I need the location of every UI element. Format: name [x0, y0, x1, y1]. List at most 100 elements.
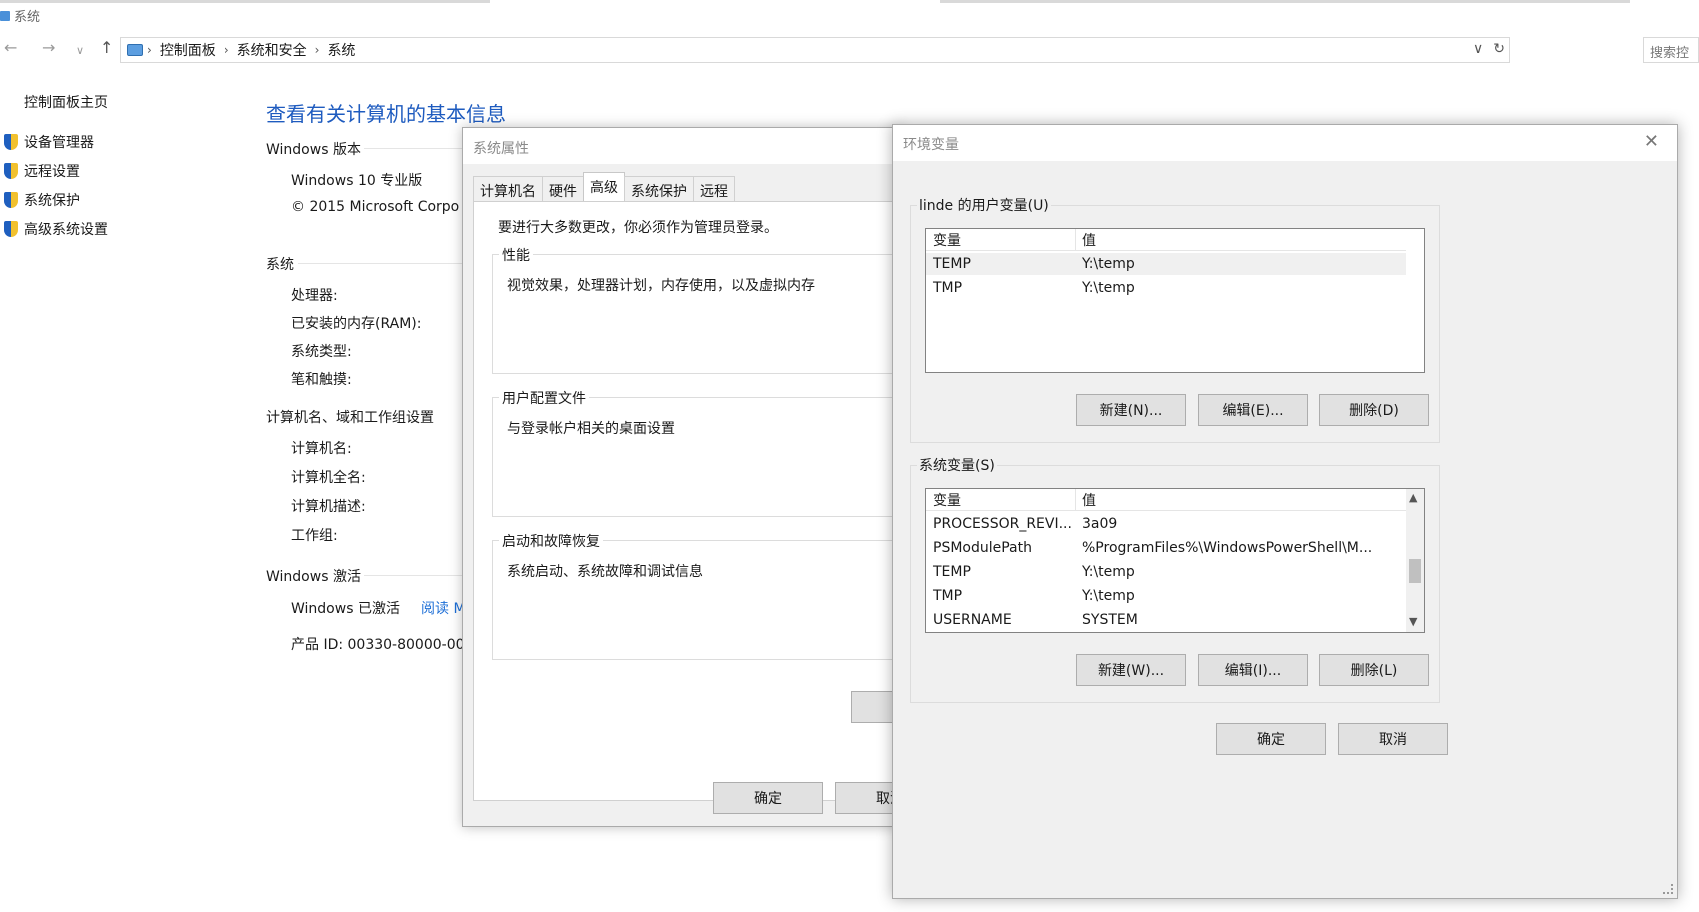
- system-variables-title: 系统变量(S): [917, 455, 997, 475]
- sidebar-item-advanced[interactable]: 高级系统设置: [4, 219, 108, 239]
- user-profiles-title: 用户配置文件: [499, 388, 589, 408]
- section-computer-name: 计算机名、域和工作组设置: [266, 410, 434, 426]
- variable-value: SYSTEM: [1082, 612, 1138, 628]
- page-title: 查看有关计算机的基本信息: [266, 102, 506, 126]
- ram-label: 已安装的内存(RAM):: [291, 316, 422, 332]
- system-new-button[interactable]: 新建(W)...: [1076, 654, 1186, 686]
- list-item[interactable]: PSModulePath %ProgramFiles%\WindowsPower…: [926, 537, 1406, 559]
- breadcrumb-system[interactable]: 系统: [327, 40, 355, 60]
- user-variables-group: linde 的用户变量(U) 变量 值 TEMP Y:\temp TMP Y:\…: [910, 195, 1440, 443]
- sidebar-item-label: 高级系统设置: [24, 222, 108, 238]
- variable-name: TEMP: [933, 564, 971, 580]
- activation-status: Windows 已激活: [291, 601, 400, 617]
- scroll-up-icon[interactable]: ▲: [1409, 491, 1417, 504]
- close-icon[interactable]: ✕: [1644, 131, 1659, 152]
- recent-chevron-icon[interactable]: ∨: [76, 44, 84, 57]
- chevron-right-icon[interactable]: ›: [147, 43, 152, 57]
- sidebar-home-link[interactable]: 控制面板主页: [24, 92, 108, 112]
- system-delete-button[interactable]: 删除(L): [1319, 654, 1429, 686]
- control-panel-icon: [127, 44, 143, 56]
- ok-button[interactable]: 确定: [713, 782, 823, 814]
- user-variables-title: linde 的用户变量(U): [917, 195, 1051, 215]
- search-input[interactable]: 搜索控: [1643, 37, 1699, 63]
- column-value[interactable]: 值: [1076, 230, 1406, 250]
- computer-name-label: 计算机名:: [291, 441, 352, 457]
- pen-touch-label: 笔和触摸:: [291, 372, 352, 388]
- shield-icon: [4, 192, 18, 208]
- variable-value: 3a09: [1082, 516, 1118, 532]
- tab-hardware[interactable]: 硬件: [542, 176, 584, 201]
- list-item[interactable]: TMP Y:\temp: [926, 585, 1406, 607]
- breadcrumb-system-security[interactable]: 系统和安全: [237, 40, 307, 60]
- tab-remote[interactable]: 远程: [693, 176, 735, 201]
- column-variable[interactable]: 变量: [926, 489, 1076, 511]
- read-license-link[interactable]: 阅读 M: [421, 598, 466, 618]
- resize-grip-icon[interactable]: [1663, 884, 1673, 894]
- back-arrow-icon[interactable]: ←: [4, 38, 17, 57]
- user-delete-button[interactable]: 删除(D): [1319, 394, 1429, 426]
- scroll-thumb[interactable]: [1409, 559, 1421, 583]
- sidebar-item-device-manager[interactable]: 设备管理器: [4, 132, 94, 152]
- windows-edition-value: Windows 10 专业版: [291, 173, 423, 189]
- cancel-button[interactable]: 取消: [1338, 723, 1448, 755]
- up-arrow-icon[interactable]: ↑: [100, 38, 113, 57]
- environment-variables-dialog: 环境变量 ✕ linde 的用户变量(U) 变量 值 TEMP Y:\temp …: [892, 124, 1678, 899]
- system-variables-list[interactable]: 变量 值 PROCESSOR_REVI... 3a09 PSModulePath…: [925, 488, 1425, 633]
- startup-group: 启动和故障恢复 系统启动、系统故障和调试信息: [492, 531, 901, 660]
- breadcrumb-control-panel[interactable]: 控制面板: [160, 40, 216, 60]
- top-strip: [0, 0, 1699, 30]
- product-id: 产品 ID: 00330-80000-00: [291, 637, 465, 653]
- sidebar-item-remote[interactable]: 远程设置: [4, 161, 80, 181]
- system-variables-group: 系统变量(S) 变量 值 PROCESSOR_REVI... 3a09 PSMo…: [910, 455, 1440, 703]
- performance-desc: 视觉效果，处理器计划，内存使用，以及虚拟内存: [507, 278, 815, 294]
- variable-value: %ProgramFiles%\WindowsPowerShell\M...: [1082, 540, 1373, 556]
- dialog-title: 系统属性: [463, 128, 901, 164]
- column-value[interactable]: 值: [1076, 490, 1406, 510]
- shield-icon: [4, 163, 18, 179]
- variable-name: TMP: [933, 588, 963, 604]
- system-edit-button[interactable]: 编辑(I)...: [1198, 654, 1308, 686]
- list-item[interactable]: TMP Y:\temp: [926, 277, 1406, 299]
- window-title-text: 系统: [14, 10, 41, 25]
- tab-advanced[interactable]: 高级: [583, 172, 625, 201]
- variable-value: Y:\temp: [1082, 564, 1135, 580]
- list-item[interactable]: USERNAME SYSTEM: [926, 609, 1406, 631]
- dialog-title-text: 环境变量: [903, 137, 959, 153]
- column-variable[interactable]: 变量: [926, 229, 1076, 251]
- chevron-right-icon[interactable]: ›: [315, 43, 320, 57]
- forward-arrow-icon[interactable]: →: [42, 38, 55, 57]
- vertical-scrollbar[interactable]: ▲ ▼: [1406, 489, 1424, 632]
- user-profiles-group: 用户配置文件 与登录帐户相关的桌面设置: [492, 388, 901, 517]
- variable-name: TMP: [933, 280, 963, 296]
- user-variables-list[interactable]: 变量 值 TEMP Y:\temp TMP Y:\temp: [925, 228, 1425, 373]
- tab-system-protection[interactable]: 系统保护: [624, 176, 694, 201]
- performance-title: 性能: [499, 245, 533, 265]
- list-item[interactable]: TEMP Y:\temp: [926, 561, 1406, 583]
- user-profiles-desc: 与登录帐户相关的桌面设置: [507, 421, 675, 437]
- performance-group: 性能 视觉效果，处理器计划，内存使用，以及虚拟内存: [492, 245, 901, 374]
- section-system: 系统: [266, 257, 294, 273]
- admin-note: 要进行大多数更改，你必须作为管理员登录。: [498, 220, 778, 236]
- window-title: 系统: [0, 6, 40, 25]
- list-item[interactable]: TEMP Y:\temp: [926, 253, 1406, 275]
- sidebar-item-protection[interactable]: 系统保护: [4, 190, 80, 210]
- chevron-down-icon[interactable]: ∨: [1473, 41, 1483, 57]
- user-new-button[interactable]: 新建(N)...: [1076, 394, 1186, 426]
- tab-computer-name[interactable]: 计算机名: [473, 176, 543, 201]
- list-item[interactable]: PROCESSOR_REVI... 3a09: [926, 513, 1406, 535]
- startup-title: 启动和故障恢复: [499, 531, 603, 551]
- refresh-icon[interactable]: ↻: [1493, 41, 1505, 57]
- ok-button[interactable]: 确定: [1216, 723, 1326, 755]
- user-edit-button[interactable]: 编辑(E)...: [1198, 394, 1308, 426]
- variable-value: Y:\temp: [1082, 256, 1135, 272]
- workgroup-label: 工作组:: [291, 528, 338, 544]
- address-bar[interactable]: › 控制面板 › 系统和安全 › 系统 ∨ ↻: [120, 37, 1510, 63]
- sidebar-item-label: 系统保护: [24, 193, 80, 209]
- variable-name: USERNAME: [933, 612, 1012, 628]
- list-header: 变量 值: [926, 229, 1406, 251]
- divider: [364, 148, 464, 149]
- section-windows-edition: Windows 版本: [266, 142, 361, 158]
- scroll-down-icon[interactable]: ▼: [1409, 615, 1417, 628]
- system-type-label: 系统类型:: [291, 344, 352, 360]
- chevron-right-icon[interactable]: ›: [224, 43, 229, 57]
